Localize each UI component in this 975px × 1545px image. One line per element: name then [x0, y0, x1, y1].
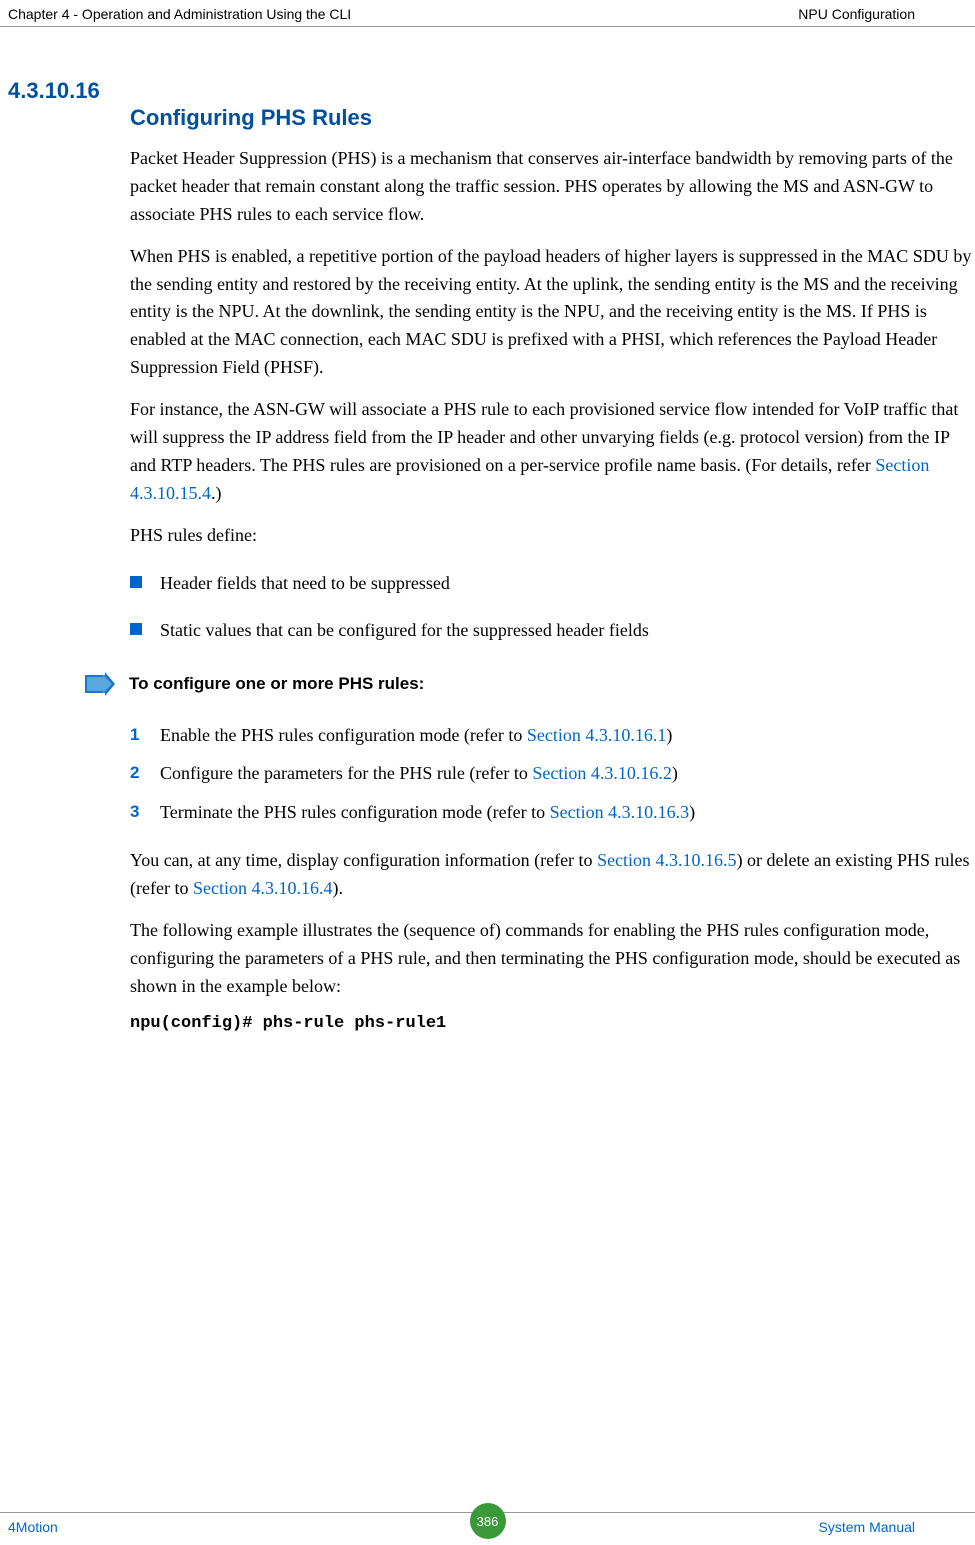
section-title: Configuring PHS Rules: [130, 105, 975, 131]
section-link[interactable]: Section 4.3.10.16.1: [527, 725, 667, 745]
section-link[interactable]: Section 4.3.10.16.3: [550, 802, 690, 822]
list-item: Configure the parameters for the PHS rul…: [130, 759, 975, 788]
page-header: Chapter 4 - Operation and Administration…: [0, 0, 975, 27]
procedure-heading: To configure one or more PHS rules:: [129, 674, 424, 694]
section-number: 4.3.10.16: [8, 78, 100, 104]
section-link[interactable]: Section 4.3.10.16.4: [193, 878, 333, 898]
paragraph: For instance, the ASN-GW will associate …: [130, 396, 975, 508]
header-left: Chapter 4 - Operation and Administration…: [8, 6, 351, 22]
arrow-right-icon: [85, 674, 115, 701]
step-text: Enable the PHS rules configuration mode …: [160, 725, 527, 745]
paragraph: You can, at any time, display configurat…: [130, 847, 975, 903]
numbered-list: Enable the PHS rules configuration mode …: [130, 721, 975, 827]
paragraph: The following example illustrates the (s…: [130, 917, 975, 1001]
paragraph-text: .): [211, 483, 222, 503]
page-number-badge: 386: [470, 1503, 506, 1539]
list-item: Enable the PHS rules configuration mode …: [130, 721, 975, 750]
content-area: Packet Header Suppression (PHS) is a mec…: [130, 145, 975, 1033]
footer-left: 4Motion: [8, 1519, 58, 1535]
step-tail: ): [666, 725, 672, 745]
paragraph: When PHS is enabled, a repetitive portio…: [130, 243, 975, 382]
step-tail: ): [689, 802, 695, 822]
paragraph-text: ).: [332, 878, 343, 898]
paragraph-text: For instance, the ASN-GW will associate …: [130, 399, 958, 475]
list-item: Static values that can be configured for…: [130, 617, 975, 644]
procedure-heading-row: To configure one or more PHS rules:: [85, 674, 975, 701]
step-text: Configure the parameters for the PHS rul…: [160, 763, 532, 783]
section-link[interactable]: Section 4.3.10.16.2: [532, 763, 672, 783]
header-right: NPU Configuration: [798, 6, 915, 22]
list-item: Terminate the PHS rules configuration mo…: [130, 798, 975, 827]
paragraph: Packet Header Suppression (PHS) is a mec…: [130, 145, 975, 229]
paragraph-text: You can, at any time, display configurat…: [130, 850, 597, 870]
footer-right: System Manual: [819, 1519, 915, 1535]
code-block: npu(config)# phs-rule phs-rule1: [130, 1014, 975, 1033]
step-text: Terminate the PHS rules configuration mo…: [160, 802, 550, 822]
section-link[interactable]: Section 4.3.10.16.5: [597, 850, 737, 870]
list-item: Header fields that need to be suppressed: [130, 570, 975, 597]
paragraph: PHS rules define:: [130, 522, 975, 550]
step-tail: ): [672, 763, 678, 783]
bullet-list: Header fields that need to be suppressed…: [130, 570, 975, 644]
